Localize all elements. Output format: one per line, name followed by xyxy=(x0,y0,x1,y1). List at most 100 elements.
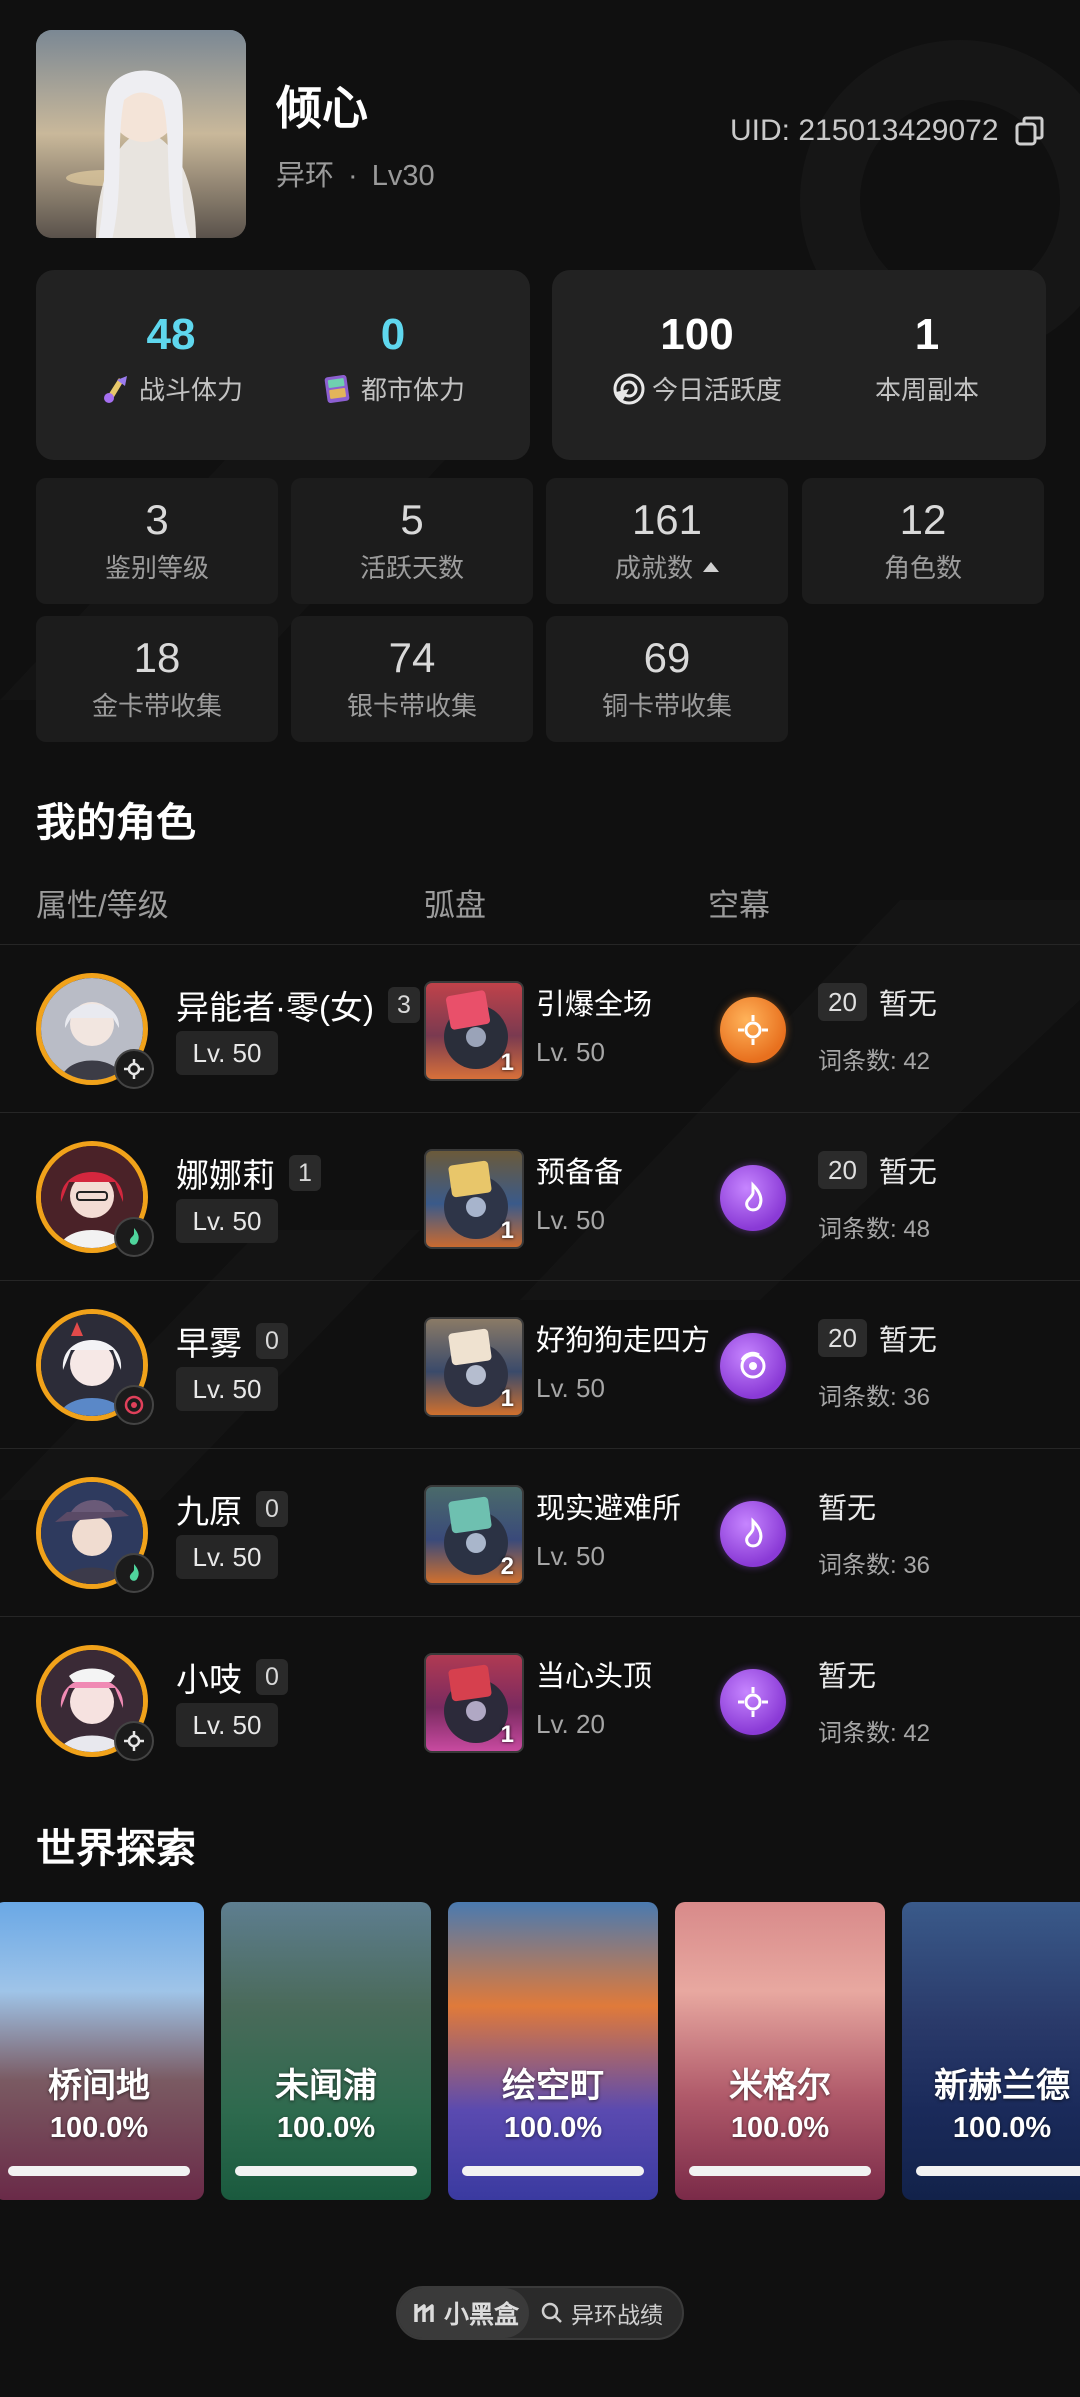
game-name: 异环 xyxy=(276,160,335,192)
battle-stamina-label: 战斗体力 xyxy=(138,375,243,405)
uid-row: UID: 215013429072 xyxy=(730,114,1047,148)
explore-card-qiaojiandi[interactable]: 桥间地 100.0% xyxy=(0,1902,204,2200)
character-row[interactable]: 九原 0 Lv. 50 2 现实避难所 Lv. 50 暂无 词条数: 36 xyxy=(0,1448,1080,1616)
character-level: Lv. 50 xyxy=(176,1199,278,1243)
area-progress-track xyxy=(8,2166,190,2176)
characters-section-title: 我的角色 xyxy=(36,801,196,845)
character-name: 异能者·零(女) xyxy=(176,989,374,1026)
disc-name: 好狗狗走四方 xyxy=(536,1325,711,1357)
area-name: 桥间地 xyxy=(48,2067,150,2105)
disc-image[interactable]: 1 xyxy=(424,1317,524,1417)
kongmu-orb-icon xyxy=(720,1501,786,1567)
kongmu-orb-icon xyxy=(720,1333,786,1399)
area-progress-bar xyxy=(462,2166,644,2176)
uid-text: UID: 215013429072 xyxy=(730,114,999,147)
kongmu-badge: 20 xyxy=(818,1151,867,1189)
area-progress-track xyxy=(462,2166,644,2176)
kongmu-value: 暂无 xyxy=(878,1325,937,1357)
disc-image[interactable]: 1 xyxy=(424,1653,524,1753)
element-icon xyxy=(114,1721,154,1761)
disc-level: Lv. 50 xyxy=(536,1037,605,1067)
explore-card-huikongting[interactable]: 绘空町 100.0% xyxy=(448,1902,658,2200)
character-name: 娜娜莉 xyxy=(176,1157,275,1194)
stat-label: 鉴别等级 xyxy=(104,553,209,583)
area-progress-track xyxy=(689,2166,871,2176)
stat-label: 金卡带收集 xyxy=(91,691,222,721)
constellation-badge: 0 xyxy=(256,1323,288,1359)
disc-image[interactable]: 2 xyxy=(424,1485,524,1585)
character-row[interactable]: 娜娜莉 1 Lv. 50 1 预备备 Lv. 50 20 暂无 词条数: 48 xyxy=(0,1112,1080,1280)
weekly-dungeon-value: 1 xyxy=(914,310,940,359)
character-name: 九原 xyxy=(176,1493,242,1530)
disc-count: 2 xyxy=(500,1553,514,1580)
character-row[interactable]: 异能者·零(女) 3 Lv. 50 1 引爆全场 Lv. 50 20 暂无 词条数:… xyxy=(0,944,1080,1112)
stat-card-achievements[interactable]: 161 成就数 xyxy=(546,478,788,604)
constellation-badge: 1 xyxy=(289,1155,321,1191)
area-progress-track xyxy=(916,2166,1080,2176)
kongmu-orb-icon xyxy=(720,1669,786,1735)
stat-value: 5 xyxy=(400,496,424,543)
kongmu-badge: 20 xyxy=(818,1319,867,1357)
stat-card-appraisal-level: 3 鉴别等级 xyxy=(36,478,278,604)
explore-card-migeer[interactable]: 米格尔 100.0% xyxy=(675,1902,885,2200)
city-stamina-value: 0 xyxy=(380,310,406,359)
explore-card-xinhelande[interactable]: 新赫兰德 100.0% xyxy=(902,1902,1080,2200)
stat-value: 69 xyxy=(643,634,691,681)
stamina-card: 48 战斗体力 0 都市体力 xyxy=(36,270,530,460)
stat-label: 角色数 xyxy=(883,553,962,583)
area-percent: 100.0% xyxy=(952,2112,1052,2144)
brand-name: 小黑盒 xyxy=(444,2301,520,2329)
activity-value: 100 xyxy=(660,310,734,359)
explore-card-weiwenpu[interactable]: 未闻浦 100.0% xyxy=(221,1902,431,2200)
kongmu-value: 暂无 xyxy=(878,1157,937,1189)
stat-card-characters: 12 角色数 xyxy=(802,478,1044,604)
weekly-dungeon-label: 本周副本 xyxy=(874,375,979,405)
stat-label: 银卡带收集 xyxy=(346,691,477,721)
area-progress-bar xyxy=(689,2166,871,2176)
profile-subline: 异环 · Lv30 xyxy=(276,152,435,194)
footer-brand-pill[interactable]: 小黑盒 异环战绩 xyxy=(396,2286,684,2340)
area-percent: 100.0% xyxy=(730,2112,830,2144)
character-name: 小吱 xyxy=(176,1661,242,1698)
character-row[interactable]: 小吱 0 Lv. 50 1 当心头顶 Lv. 20 暂无 词条数: 42 xyxy=(0,1616,1080,1784)
stat-value: 3 xyxy=(145,496,169,543)
disc-count: 1 xyxy=(500,1721,514,1748)
entry-count: 词条数: 42 xyxy=(818,1720,931,1747)
element-icon xyxy=(114,1385,154,1425)
entry-count: 词条数: 36 xyxy=(818,1384,931,1411)
area-progress-bar xyxy=(916,2166,1080,2176)
xiaoheihe-logo-icon xyxy=(414,2304,434,2322)
disc-image[interactable]: 1 xyxy=(424,981,524,1081)
profile-avatar[interactable] xyxy=(36,30,246,238)
character-level: Lv. 50 xyxy=(176,1031,278,1075)
stat-value: 18 xyxy=(133,634,181,681)
disc-name: 引爆全场 xyxy=(536,989,653,1021)
kongmu-orb-icon xyxy=(720,1165,786,1231)
disc-name: 现实避难所 xyxy=(536,1493,682,1525)
explore-section-title: 世界探索 xyxy=(36,1827,196,1871)
battle-stamina-value: 48 xyxy=(146,310,196,359)
stat-value: 12 xyxy=(899,496,947,543)
entry-count: 词条数: 42 xyxy=(818,1048,931,1075)
kongmu-orb-icon xyxy=(720,997,786,1063)
disc-count: 1 xyxy=(500,1217,514,1244)
character-row[interactable]: 早雾 0 Lv. 50 1 好狗狗走四方 Lv. 50 20 暂无 词条数: 36 xyxy=(0,1280,1080,1448)
area-name: 米格尔 xyxy=(729,2067,831,2105)
city-stamina-stat: 0 都市体力 xyxy=(298,310,488,407)
profile-name: 倾心 xyxy=(276,82,368,134)
kongmu-badge: 20 xyxy=(818,983,867,1021)
battle-stamina-stat: 48 战斗体力 xyxy=(76,310,266,407)
battle-stamina-icon xyxy=(103,375,127,403)
character-level: Lv. 50 xyxy=(176,1535,278,1579)
separator-dot: · xyxy=(348,160,358,192)
disc-level: Lv. 50 xyxy=(536,1205,605,1235)
caret-up-icon[interactable] xyxy=(703,562,719,573)
kongmu-value: 暂无 xyxy=(878,989,937,1021)
disc-image[interactable]: 1 xyxy=(424,1149,524,1249)
area-name: 绘空町 xyxy=(502,2067,604,2105)
copy-icon[interactable] xyxy=(1013,114,1047,148)
area-name: 新赫兰德 xyxy=(934,2067,1070,2105)
disc-level: Lv. 50 xyxy=(536,1373,605,1403)
weekly-dungeon-stat: 1 本周副本 xyxy=(842,310,1012,407)
constellation-badge: 3 xyxy=(387,987,420,1023)
